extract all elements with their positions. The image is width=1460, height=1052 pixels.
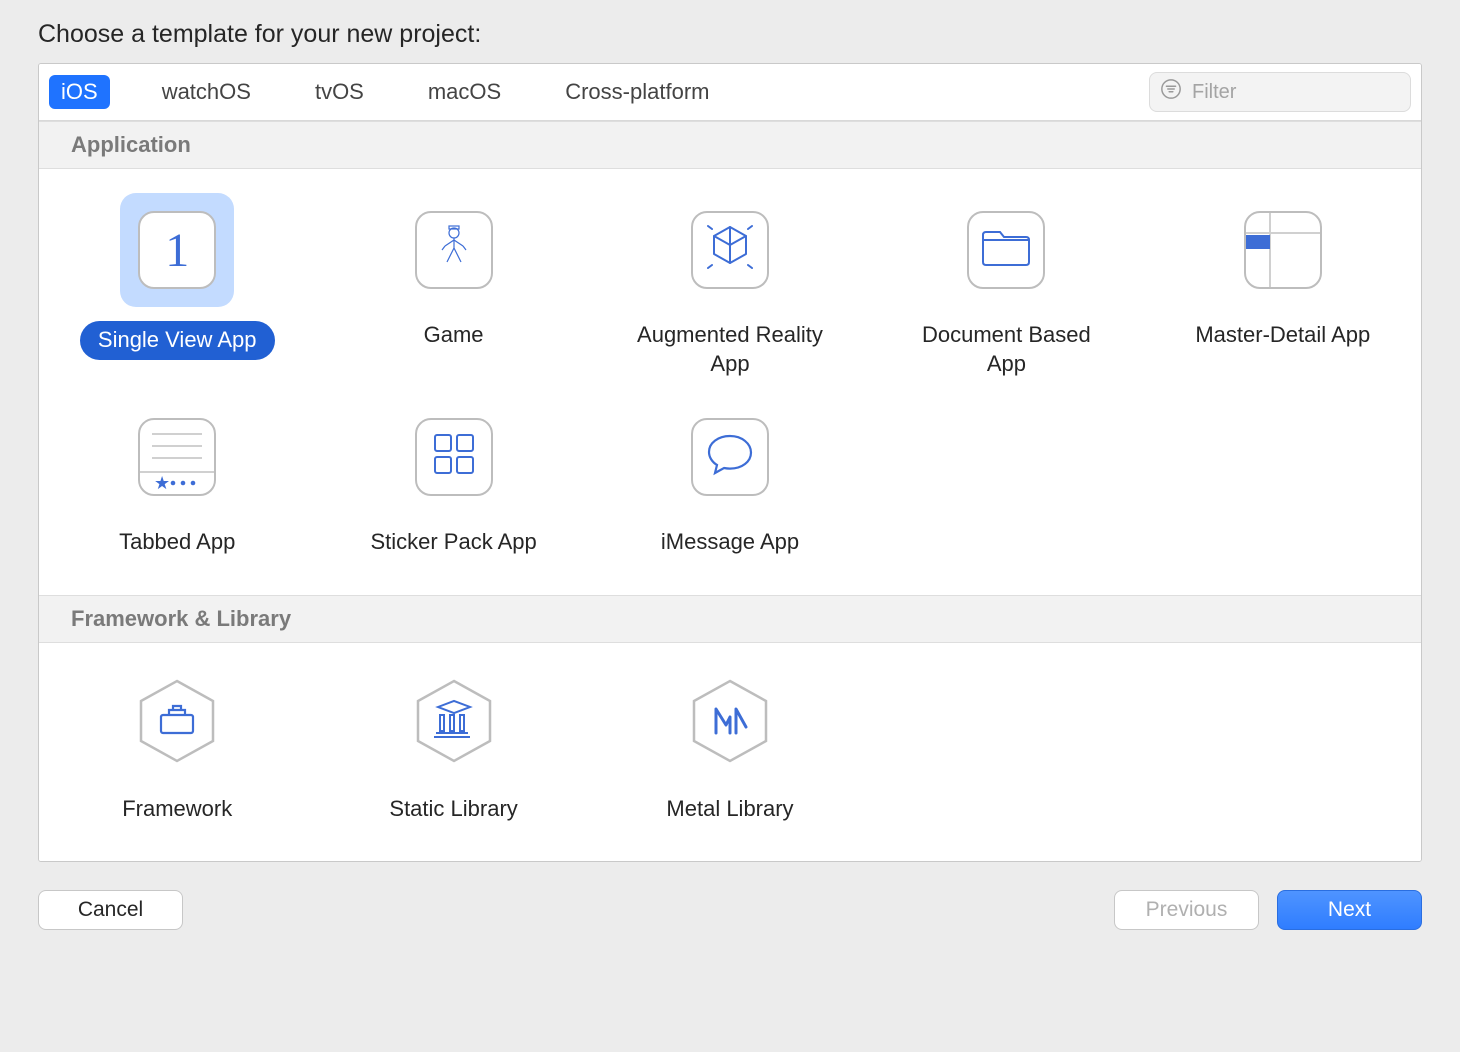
template-chooser-panel: iOS watchOS tvOS macOS Cross-platform Ap… [38,63,1422,862]
game-icon [429,222,479,278]
previous-button[interactable]: Previous [1114,890,1259,930]
template-label: Master-Detail App [1195,321,1370,350]
platform-tabs: iOS watchOS tvOS macOS Cross-platform [49,75,721,109]
section-header-framework-library: Framework & Library [39,595,1421,643]
template-label: Tabbed App [119,528,235,557]
section-header-application: Application [39,121,1421,169]
tab-ios[interactable]: iOS [49,75,110,109]
template-label: Augmented Reality App [625,321,835,378]
template-label: Game [424,321,484,350]
ar-cube-icon [702,219,758,281]
application-grid: 1 Single View App Game Augmented Reality… [39,169,1421,595]
sticker-grid-icon [431,431,477,483]
template-label: Single View App [80,321,275,360]
template-framework[interactable]: Framework [39,653,315,832]
next-button[interactable]: Next [1277,890,1422,930]
master-detail-icon [1246,213,1320,287]
template-augmented-reality-app[interactable]: Augmented Reality App [592,179,868,386]
cancel-button[interactable]: Cancel [38,890,183,930]
speech-bubble-icon [705,431,755,483]
platform-toolbar: iOS watchOS tvOS macOS Cross-platform [39,64,1421,121]
filter-input[interactable] [1192,81,1422,104]
template-document-based-app[interactable]: Document Based App [868,179,1144,386]
tab-tvos[interactable]: tvOS [303,75,376,109]
template-label: Framework [122,795,232,824]
template-master-detail-app[interactable]: Master-Detail App [1145,179,1421,386]
template-tabbed-app[interactable]: ★ Tabbed App [39,386,315,565]
tab-watchos[interactable]: watchOS [150,75,263,109]
dialog-footer: Cancel Previous Next [38,862,1422,930]
static-library-hexagon-icon [408,675,500,773]
tabbed-icon: ★ [140,420,214,494]
template-label: Metal Library [666,795,793,824]
tab-macos[interactable]: macOS [416,75,513,109]
filter-icon [1160,78,1182,106]
template-label: Document Based App [901,321,1111,378]
template-static-library[interactable]: Static Library [315,653,591,832]
template-imessage-app[interactable]: iMessage App [592,386,868,565]
template-single-view-app[interactable]: 1 Single View App [39,179,315,386]
filter-field[interactable] [1149,72,1411,112]
template-game[interactable]: Game [315,179,591,386]
svg-text:★: ★ [154,473,170,493]
template-sticker-pack-app[interactable]: Sticker Pack App [315,386,591,565]
metal-hexagon-icon [684,675,776,773]
template-metal-library[interactable]: Metal Library [592,653,868,832]
framework-grid: Framework Static Library Metal Library [39,643,1421,862]
template-label: Sticker Pack App [370,528,536,557]
folder-icon [979,225,1033,275]
dialog-title: Choose a template for your new project: [38,20,1422,49]
framework-hexagon-icon [131,675,223,773]
template-label: Static Library [389,795,517,824]
tab-cross-platform[interactable]: Cross-platform [553,75,721,109]
template-label: iMessage App [661,528,799,557]
single-view-icon: 1 [165,223,189,278]
